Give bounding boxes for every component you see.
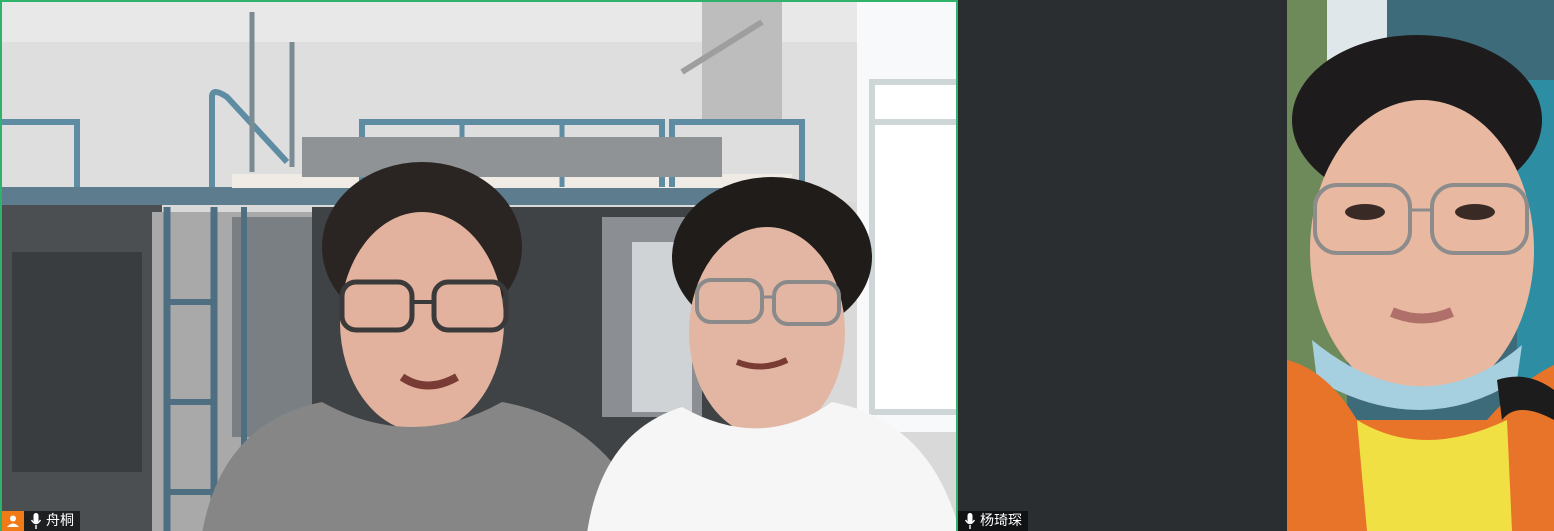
participant-video-tile-2[interactable]: 杨琦琛 xyxy=(958,0,1287,531)
participant-name: 舟桐 xyxy=(46,513,74,529)
participant-video-tile-1[interactable]: 舟桐 xyxy=(0,0,958,531)
participant-video-feed xyxy=(2,2,956,531)
participant-video-feed xyxy=(1287,0,1554,531)
participant-name: 杨琦琛 xyxy=(980,513,1022,529)
host-badge xyxy=(2,511,24,531)
mic-icon[interactable] xyxy=(963,512,977,530)
user-icon xyxy=(7,515,19,527)
participant-video-tile-3[interactable] xyxy=(1287,0,1554,531)
participant-name-tag: 杨琦琛 xyxy=(958,511,1028,531)
mic-icon[interactable] xyxy=(29,512,43,530)
participant-name-tag: 舟桐 xyxy=(2,511,80,531)
